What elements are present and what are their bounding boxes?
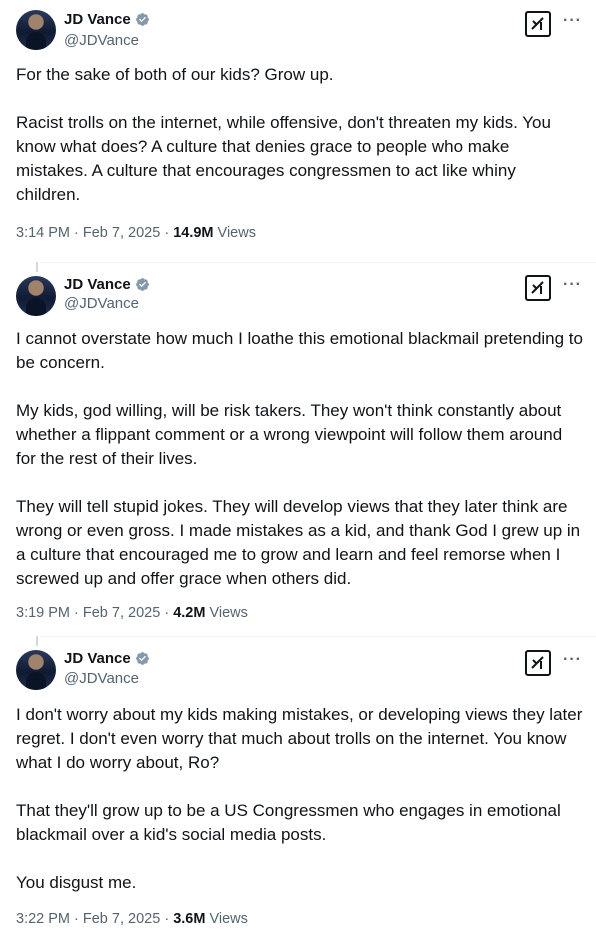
tweet-meta: 3:19 PM · Feb 7, 2025 · 4.2M Views (16, 605, 248, 621)
views-count: 3.6M (173, 911, 206, 927)
verified-badge-icon (135, 13, 149, 26)
author-handle[interactable]: @JDVance (64, 670, 139, 687)
author-name-row: JD Vance (64, 650, 150, 667)
views-count: 4.2M (173, 605, 206, 621)
separator: · (160, 225, 174, 241)
author-name[interactable]: JD Vance (64, 11, 131, 28)
views-label: Views (209, 911, 248, 927)
author-handle[interactable]: @JDVance (64, 32, 139, 49)
tweet-text: I cannot overstate how much I loathe thi… (16, 329, 583, 588)
grok-icon (531, 656, 544, 669)
tweet-date[interactable]: Feb 7, 2025 (83, 605, 160, 621)
divider (40, 262, 596, 263)
views-label: Views (217, 225, 256, 241)
separator: · (160, 911, 174, 927)
verified-badge-icon (135, 652, 149, 665)
more-button[interactable]: ··· (563, 651, 582, 669)
thread-line (36, 262, 38, 272)
avatar[interactable] (16, 10, 56, 50)
thread-line (36, 636, 38, 646)
more-button[interactable]: ··· (563, 12, 582, 30)
author-name-row: JD Vance (64, 276, 150, 293)
tweet-time[interactable]: 3:19 PM (16, 605, 70, 621)
divider (40, 636, 596, 637)
tweet-time[interactable]: 3:22 PM (16, 911, 70, 927)
more-icon: ··· (563, 651, 582, 668)
separator: · (70, 225, 83, 241)
more-button[interactable]: ··· (563, 276, 582, 294)
grok-button[interactable] (525, 650, 551, 676)
avatar[interactable] (16, 276, 56, 316)
author-name[interactable]: JD Vance (64, 276, 131, 293)
separator: · (160, 605, 174, 621)
tweet-date[interactable]: Feb 7, 2025 (83, 225, 160, 241)
tweet-time[interactable]: 3:14 PM (16, 225, 70, 241)
author-name[interactable]: JD Vance (64, 650, 131, 667)
separator: · (70, 605, 83, 621)
avatar[interactable] (16, 650, 56, 690)
separator: · (70, 911, 83, 927)
tweet-text: I don't worry about my kids making mista… (16, 705, 583, 892)
tweet-date[interactable]: Feb 7, 2025 (83, 911, 160, 927)
views-count: 14.9M (173, 225, 214, 241)
more-icon: ··· (563, 12, 582, 29)
tweet-text: For the sake of both of our kids? Grow u… (16, 65, 551, 204)
grok-button[interactable] (525, 11, 551, 37)
grok-icon (531, 281, 544, 294)
views-label: Views (209, 605, 248, 621)
grok-icon (531, 17, 544, 30)
author-name-row: JD Vance (64, 11, 150, 28)
grok-button[interactable] (525, 275, 551, 301)
author-handle[interactable]: @JDVance (64, 295, 139, 312)
verified-badge-icon (135, 278, 149, 291)
tweet-meta: 3:22 PM · Feb 7, 2025 · 3.6M Views (16, 911, 248, 927)
more-icon: ··· (563, 276, 582, 293)
tweet-meta: 3:14 PM · Feb 7, 2025 · 14.9M Views (16, 225, 256, 241)
